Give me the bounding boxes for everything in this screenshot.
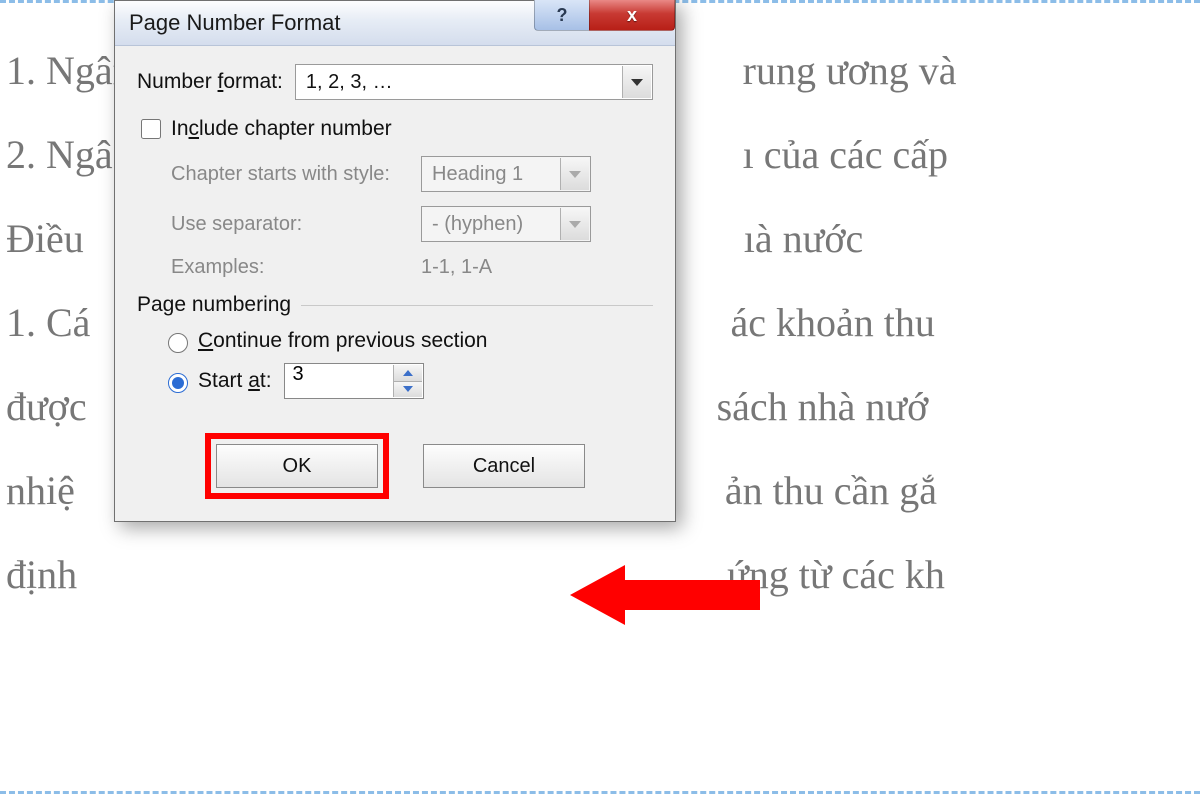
number-format-value: 1, 2, 3, … bbox=[296, 71, 403, 94]
examples-label: Examples: bbox=[171, 256, 421, 279]
close-button[interactable]: x bbox=[589, 0, 675, 31]
chevron-down-icon[interactable] bbox=[622, 66, 651, 98]
chapter-style-label: Chapter starts with style: bbox=[171, 163, 421, 186]
separator-label: Use separator: bbox=[171, 213, 421, 236]
include-chapter-label: Include chapter number bbox=[171, 117, 392, 141]
start-at-radio[interactable] bbox=[168, 373, 188, 393]
number-format-label: Number format: bbox=[137, 70, 283, 94]
start-at-spinner[interactable] bbox=[284, 363, 424, 399]
chapter-options: Chapter starts with style: Heading 1 Use… bbox=[137, 156, 653, 279]
start-at-input[interactable] bbox=[285, 364, 401, 384]
include-chapter-checkbox[interactable] bbox=[141, 119, 161, 139]
separator-value: - (hyphen) bbox=[422, 213, 533, 236]
chevron-down-icon bbox=[560, 158, 589, 190]
arrow-annotation bbox=[570, 560, 770, 630]
close-icon: x bbox=[627, 5, 637, 26]
continue-radio[interactable] bbox=[168, 333, 188, 353]
ok-button[interactable]: OK bbox=[216, 444, 378, 488]
spin-down-button[interactable] bbox=[394, 382, 422, 398]
cancel-button[interactable]: Cancel bbox=[423, 444, 585, 488]
arrow-left-icon bbox=[570, 560, 770, 630]
dialog-title: Page Number Format bbox=[115, 10, 341, 36]
separator-combo: - (hyphen) bbox=[421, 206, 591, 242]
start-at-label: Start at: bbox=[198, 369, 272, 393]
continue-label: Continue from previous section bbox=[198, 329, 487, 353]
titlebar[interactable]: Page Number Format ? x bbox=[115, 1, 675, 46]
divider bbox=[301, 305, 653, 306]
number-format-combo[interactable]: 1, 2, 3, … bbox=[295, 64, 653, 100]
chapter-style-value: Heading 1 bbox=[422, 163, 533, 186]
spin-up-button[interactable] bbox=[394, 365, 422, 382]
chevron-down-icon bbox=[560, 208, 589, 240]
examples-value: 1-1, 1-A bbox=[421, 256, 492, 279]
chapter-style-combo: Heading 1 bbox=[421, 156, 591, 192]
help-icon: ? bbox=[557, 5, 568, 26]
page-number-format-dialog: Page Number Format ? x Number format: 1,… bbox=[114, 0, 676, 522]
page-numbering-header: Page numbering bbox=[137, 293, 291, 317]
help-button[interactable]: ? bbox=[534, 0, 590, 31]
ok-highlight: OK bbox=[205, 433, 389, 499]
